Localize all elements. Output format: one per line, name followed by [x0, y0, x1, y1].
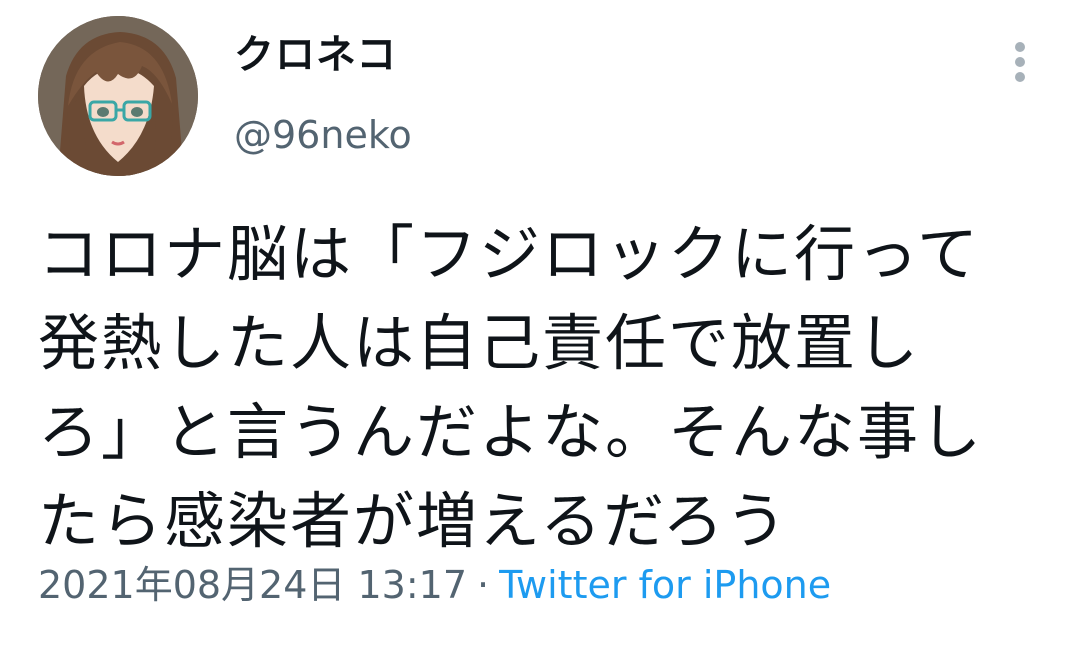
avatar-image	[38, 16, 198, 176]
tweet-text-line: 発熱した人は自己責任で放置し	[38, 308, 921, 379]
tweet-timestamp[interactable]: 2021年08月24日 13:17	[38, 563, 467, 607]
tweet-text-line: ろ」と言うんだよな。そんな事し	[38, 397, 984, 468]
more-options-button[interactable]	[1002, 38, 1038, 86]
tweet-card: クロネコ @96neko コロナ脳は「フジロックに行って 発熱した人は自己責任で…	[0, 0, 1080, 645]
username[interactable]: @96neko	[234, 112, 412, 158]
tweet-text: コロナ脳は「フジロックに行って 発熱した人は自己責任で放置し ろ」と言うんだよな…	[38, 210, 1048, 566]
more-vertical-icon-dot	[1015, 72, 1025, 82]
user-avatar[interactable]	[38, 16, 198, 176]
tweet-text-line: コロナ脳は「フジロックに行って	[38, 219, 980, 290]
tweet-source-link[interactable]: Twitter for iPhone	[499, 563, 831, 607]
meta-separator: ·	[477, 563, 490, 607]
more-vertical-icon-dot	[1015, 57, 1025, 67]
tweet-text-line: たら感染者が増えるだろう	[38, 486, 789, 557]
more-vertical-icon	[1015, 42, 1025, 52]
display-name[interactable]: クロネコ	[234, 30, 397, 80]
tweet-meta: 2021年08月24日 13:17 · Twitter for iPhone	[38, 560, 831, 610]
